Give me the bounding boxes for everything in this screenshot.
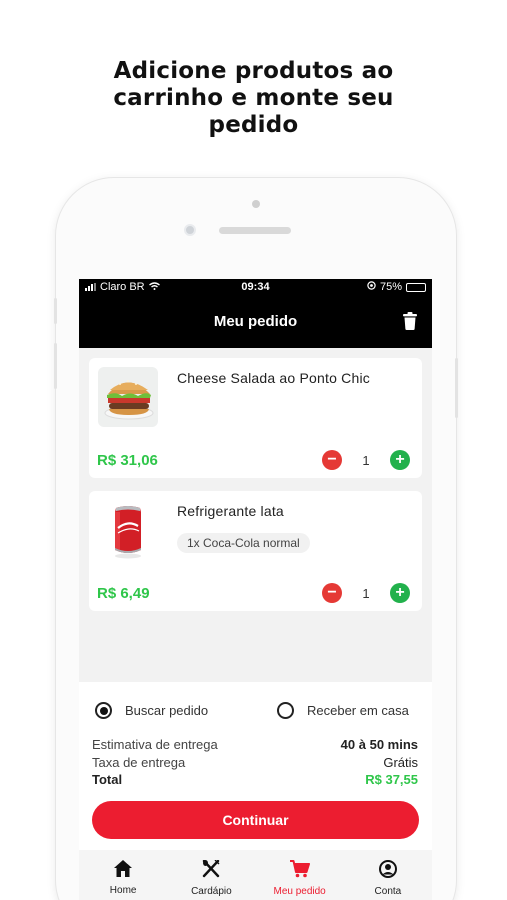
estimate-label: Estimativa de entrega bbox=[92, 737, 218, 752]
home-icon bbox=[114, 860, 133, 882]
fee-label: Taxa de entrega bbox=[92, 755, 186, 770]
signal-icon bbox=[85, 283, 96, 291]
tab-bar: Home Cardápio Meu pedido Conta bbox=[79, 850, 432, 900]
tab-label: Meu pedido bbox=[273, 886, 326, 897]
cart-item: Cheese Salada ao Ponto Chic R$ 31,06 − 1… bbox=[89, 358, 422, 478]
front-camera bbox=[184, 224, 196, 236]
burger-image bbox=[98, 367, 158, 427]
cutlery-icon bbox=[202, 859, 220, 883]
item-price: R$ 6,49 bbox=[97, 585, 150, 602]
tab-cardapio[interactable]: Cardápio bbox=[167, 850, 255, 900]
headline-line: Adicione produtos ao bbox=[113, 58, 394, 84]
status-bar: Claro BR 09:34 75% bbox=[79, 279, 432, 295]
pickup-label: Buscar pedido bbox=[125, 703, 209, 718]
delivery-radio[interactable] bbox=[277, 702, 294, 719]
cart-icon bbox=[289, 860, 310, 883]
trash-icon[interactable] bbox=[403, 312, 417, 335]
battery-icon bbox=[406, 282, 426, 292]
volume-up-button bbox=[54, 343, 57, 389]
battery-percent: 75% bbox=[379, 281, 402, 293]
fee-row: Taxa de entrega Grátis bbox=[92, 755, 418, 770]
increase-quantity-button[interactable]: + bbox=[390, 583, 410, 603]
checkout-panel: Buscar pedido Receber em casa Estimativa… bbox=[79, 682, 432, 850]
page-title: Meu pedido bbox=[213, 313, 298, 330]
soda-can-image bbox=[98, 500, 158, 560]
header-bar: Meu pedido bbox=[79, 295, 432, 348]
increase-quantity-button[interactable]: + bbox=[390, 450, 410, 470]
tab-meu-pedido[interactable]: Meu pedido bbox=[256, 850, 344, 900]
promo-headline: Adicione produtos ao carrinho e monte se… bbox=[0, 58, 507, 139]
power-button bbox=[455, 358, 458, 418]
quantity-stepper: − 1 + bbox=[322, 583, 410, 603]
item-price: R$ 31,06 bbox=[97, 452, 158, 469]
continue-button[interactable]: Continuar bbox=[92, 801, 419, 839]
location-icon bbox=[367, 281, 376, 293]
cart-item: Refrigerante lata 1x Coca-Cola normal R$… bbox=[89, 491, 422, 611]
total-value: R$ 37,55 bbox=[365, 772, 418, 787]
total-row: Total R$ 37,55 bbox=[92, 772, 418, 787]
delivery-label: Receber em casa bbox=[307, 703, 409, 718]
tab-conta[interactable]: Conta bbox=[344, 850, 432, 900]
headline-line: carrinho e monte seu bbox=[113, 85, 394, 111]
earpiece-speaker bbox=[219, 227, 291, 234]
estimate-row: Estimativa de entrega 40 à 50 mins bbox=[92, 737, 418, 752]
tab-label: Home bbox=[109, 885, 137, 896]
estimate-value: 40 à 50 mins bbox=[340, 737, 418, 752]
decrease-quantity-button[interactable]: − bbox=[322, 450, 342, 470]
fee-value: Grátis bbox=[383, 755, 418, 770]
item-name: Refrigerante lata bbox=[177, 503, 284, 519]
pickup-option[interactable]: Buscar pedido bbox=[95, 702, 208, 719]
pickup-radio[interactable] bbox=[95, 702, 112, 719]
headline-line: pedido bbox=[208, 112, 299, 138]
tab-label: Conta bbox=[374, 886, 402, 897]
carrier-name: Claro BR bbox=[100, 281, 145, 293]
app-screen: Claro BR 09:34 75% Meu pedido Cheese Sal… bbox=[79, 279, 432, 900]
item-name: Cheese Salada ao Ponto Chic bbox=[177, 370, 370, 386]
sensor-dot bbox=[252, 200, 260, 208]
mute-switch bbox=[54, 298, 57, 324]
decrease-quantity-button[interactable]: − bbox=[322, 583, 342, 603]
tab-home[interactable]: Home bbox=[79, 850, 167, 900]
wifi-icon bbox=[148, 281, 160, 293]
quantity-value: 1 bbox=[362, 452, 370, 468]
quantity-value: 1 bbox=[362, 585, 370, 601]
account-icon bbox=[378, 860, 397, 883]
quantity-stepper: − 1 + bbox=[322, 450, 410, 470]
item-option-tag: 1x Coca-Cola normal bbox=[177, 533, 310, 553]
total-label: Total bbox=[92, 772, 123, 787]
tab-label: Cardápio bbox=[191, 886, 232, 897]
delivery-option[interactable]: Receber em casa bbox=[277, 702, 409, 719]
